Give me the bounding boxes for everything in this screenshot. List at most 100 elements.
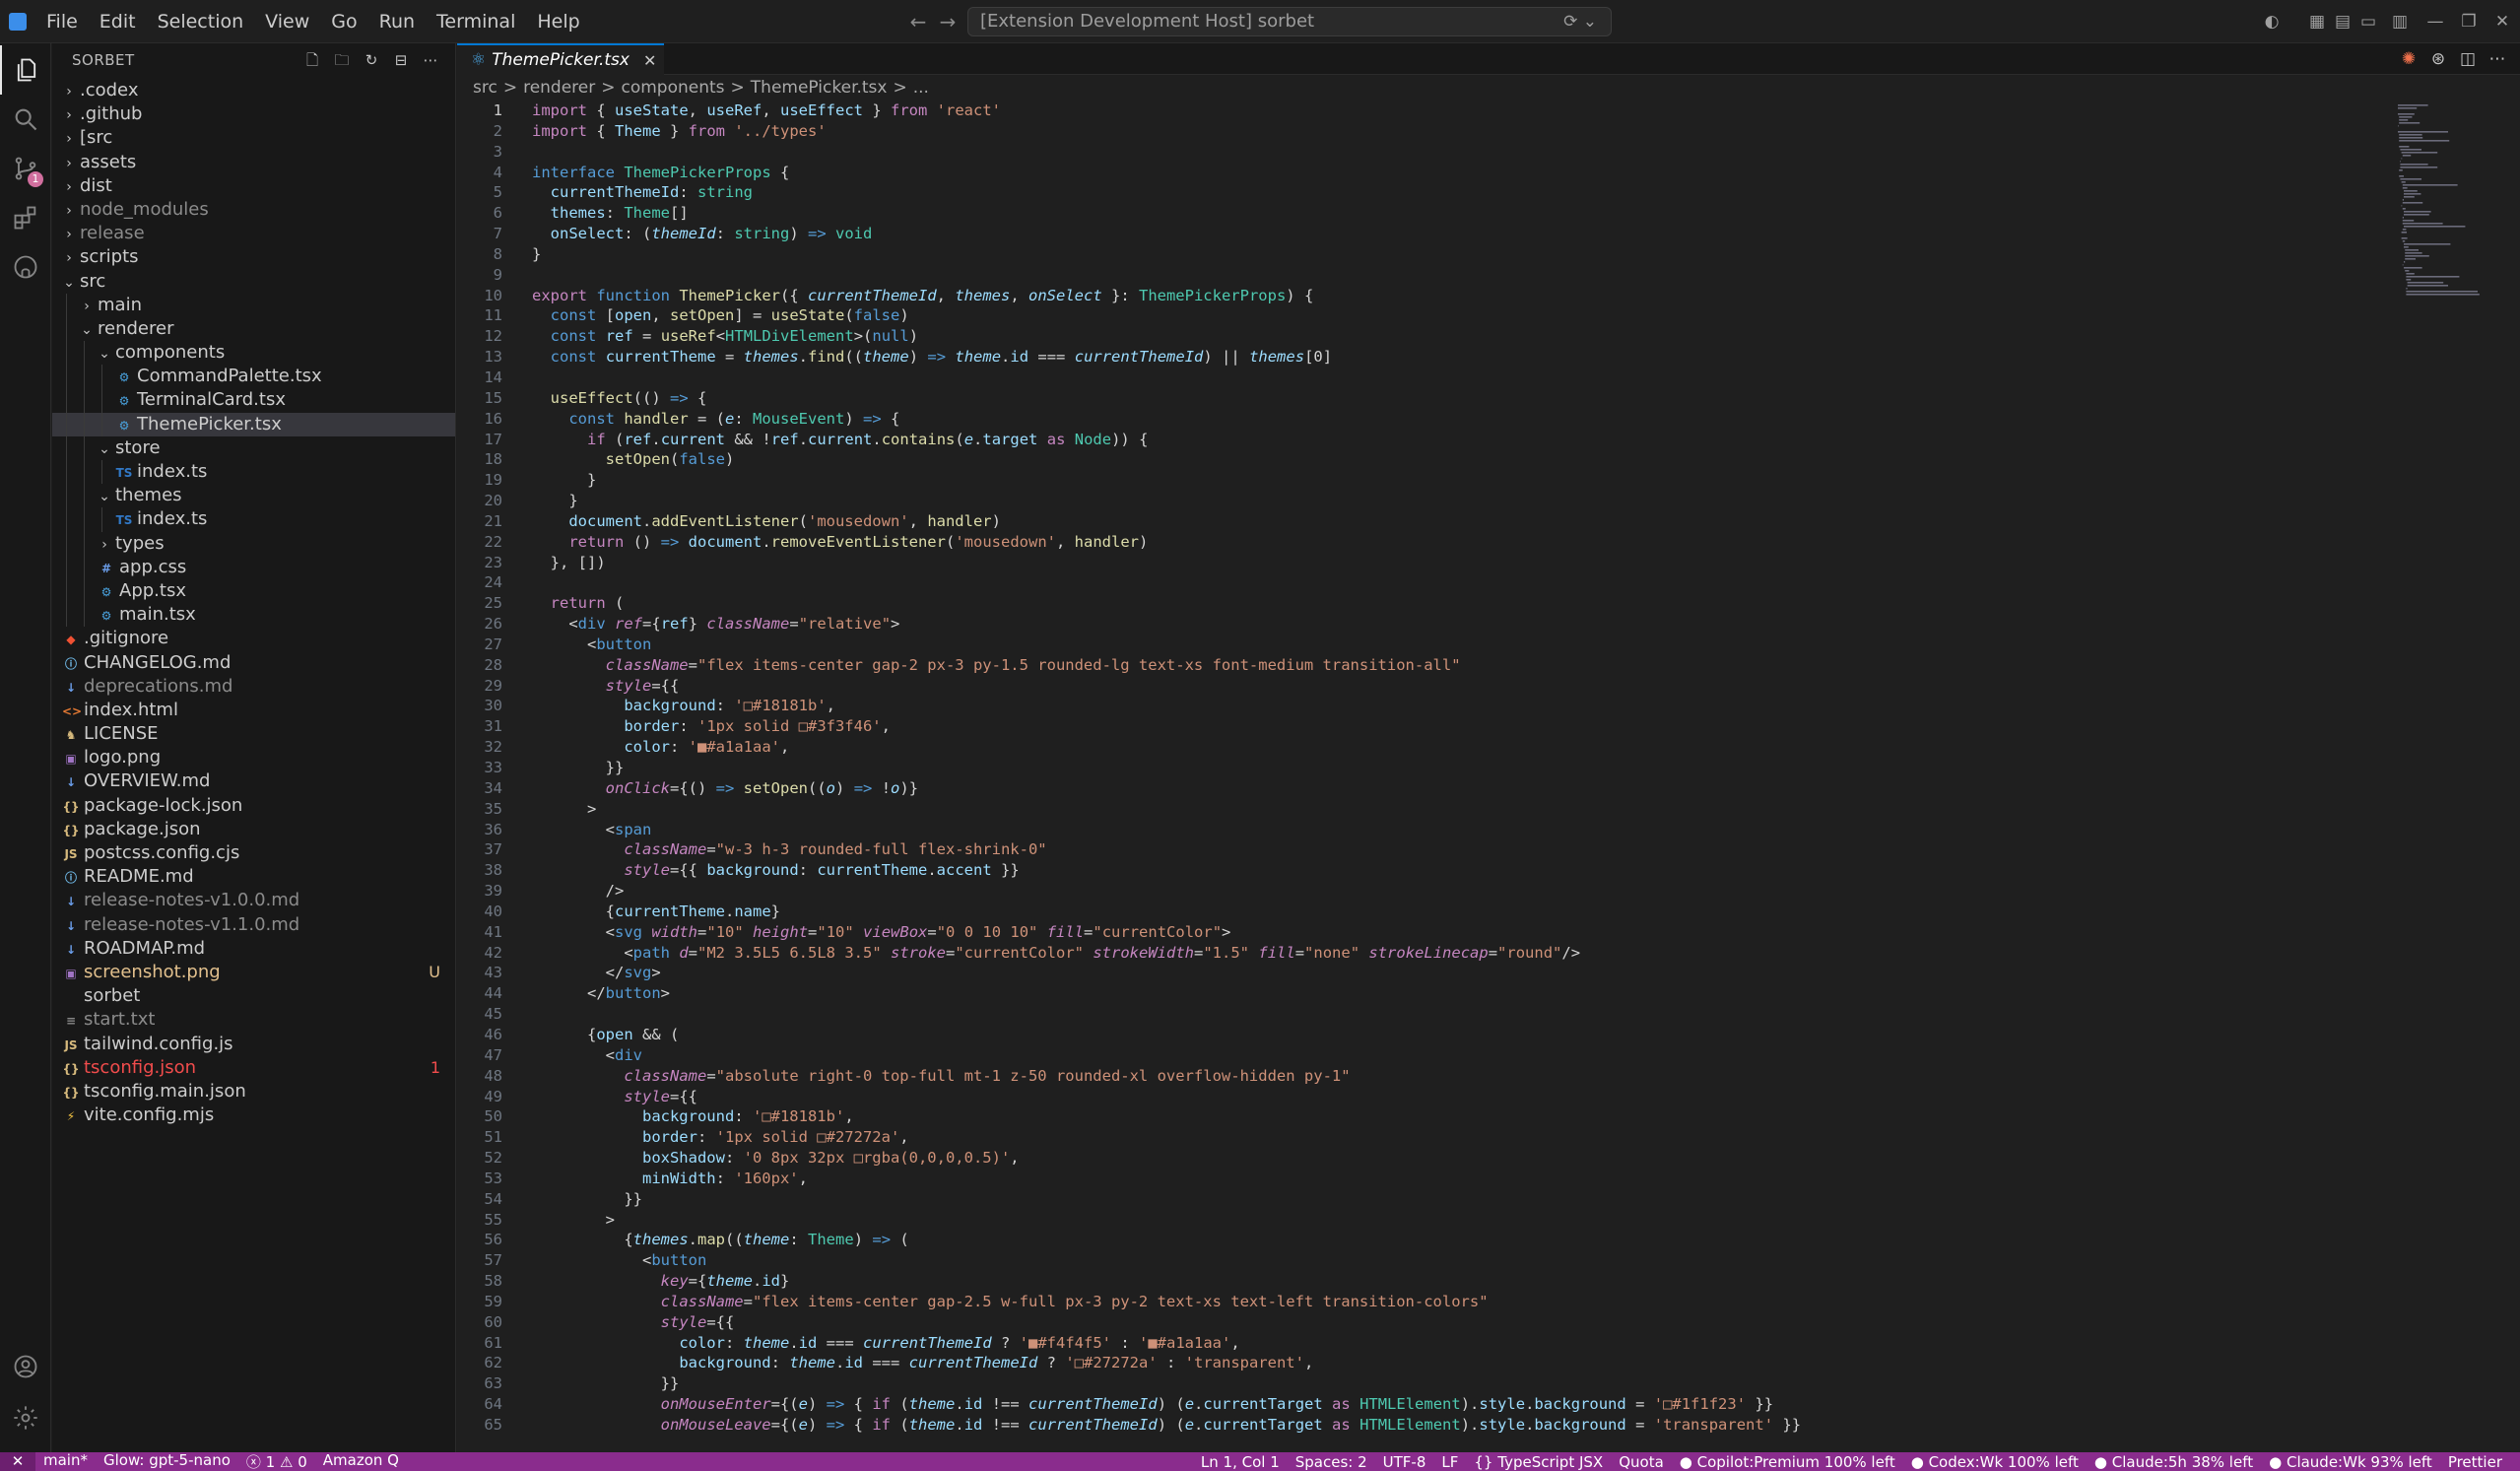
status-right-item[interactable]: ● Claude:5h 38% left [2087, 1453, 2261, 1471]
status-left-item[interactable]: ⓧ 1 ⚠ 0 [238, 1451, 315, 1471]
code-line[interactable]: 44 </button> [457, 983, 2378, 1004]
file-deprecations-md[interactable]: ↓ deprecations.md [52, 675, 455, 699]
status-right-item[interactable]: ● Codex:Wk 100% left [1903, 1453, 2087, 1471]
code-line[interactable]: 33 }} [457, 758, 2378, 778]
folder-dist[interactable]: › dist [52, 174, 455, 198]
code-line[interactable]: 62 background: theme.id === currentTheme… [457, 1353, 2378, 1373]
file-vite-config-mjs[interactable]: ⚡ vite.config.mjs [52, 1103, 455, 1127]
file-package-json[interactable]: {} package.json [52, 818, 455, 841]
folder-node-modules[interactable]: › node_modules [52, 198, 455, 222]
folder-release[interactable]: › release [52, 222, 455, 245]
status-right-item[interactable]: ● Copilot:Premium 100% left [1672, 1453, 1903, 1471]
code-line[interactable]: 4 interface ThemePickerProps { [457, 163, 2378, 183]
account-circle-icon[interactable]: ◐ [2260, 10, 2284, 33]
code-line[interactable]: 26 <div ref={ref} className="relative"> [457, 614, 2378, 635]
new-file-icon[interactable]: 🗋 [301, 49, 323, 71]
toggle-primary-sidebar-icon[interactable]: ▤ [2331, 10, 2354, 33]
code-line[interactable]: 46 {open && ( [457, 1025, 2378, 1045]
code-line[interactable]: 65 onMouseLeave={(e) => { if (theme.id !… [457, 1415, 2378, 1436]
code-line[interactable]: 8} [457, 244, 2378, 265]
code-line[interactable]: 49 style={{ [457, 1087, 2378, 1107]
copilot-chat-icon[interactable]: ⟳ ⌄ [1563, 8, 1597, 35]
code-line[interactable]: 63 }} [457, 1373, 2378, 1394]
status-right-item[interactable]: UTF-8 [1375, 1453, 1434, 1471]
search-icon[interactable] [0, 95, 51, 144]
file-start-txt[interactable]: ≡ start.txt [52, 1008, 455, 1032]
status-right-item[interactable]: Quota [1611, 1453, 1672, 1471]
menu-file[interactable]: File [35, 0, 89, 43]
file-postcss-config-cjs[interactable]: JS postcss.config.cjs [52, 841, 455, 865]
file-package-lock-json[interactable]: {} package-lock.json [52, 794, 455, 818]
file-roadmap-md[interactable]: ↓ ROADMAP.md [52, 937, 455, 961]
accounts-icon[interactable] [0, 1342, 51, 1391]
file-index-html[interactable]: <> index.html [52, 699, 455, 722]
code-line[interactable]: 25 return ( [457, 593, 2378, 614]
file-app-tsx[interactable]: ⚙ App.tsx [52, 578, 455, 604]
code-line[interactable]: 37 className="w-3 h-3 rounded-full flex-… [457, 839, 2378, 860]
code-line[interactable]: 18 setOpen(false) [457, 449, 2378, 470]
explorer-icon[interactable] [0, 45, 51, 95]
code-line[interactable]: 58 key={theme.id} [457, 1271, 2378, 1292]
code-line[interactable]: 12 const ref = useRef<HTMLDivElement>(nu… [457, 326, 2378, 347]
code-line[interactable]: 54 }} [457, 1189, 2378, 1210]
code-line[interactable]: 20 } [457, 491, 2378, 511]
menu-run[interactable]: Run [368, 0, 426, 43]
code-line[interactable]: 31 border: '1px solid □#3f3f46', [457, 716, 2378, 737]
code-line[interactable]: 15 useEffect(() => { [457, 388, 2378, 409]
source-control-icon[interactable]: 1 [0, 144, 51, 193]
breadcrumb-item[interactable]: ThemePicker.tsx [751, 78, 888, 98]
file-logo-png[interactable]: ▣ logo.png [52, 746, 455, 769]
toggle-secondary-sidebar-icon[interactable]: ▥ [2388, 10, 2412, 33]
folder-components[interactable]: ⌄ components [52, 341, 455, 366]
github-icon[interactable] [0, 242, 51, 292]
code-line[interactable]: 30 background: '□#18181b', [457, 696, 2378, 716]
extensions-icon[interactable] [0, 193, 51, 242]
code-line[interactable]: 60 style={{ [457, 1312, 2378, 1333]
claude-icon[interactable]: ✺ [2398, 49, 2420, 69]
file-themepicker-tsx[interactable]: ⚙ ThemePicker.tsx [52, 412, 455, 436]
code-line[interactable]: 29 style={{ [457, 676, 2378, 697]
code-line[interactable]: 45 [457, 1004, 2378, 1025]
editor-more-icon[interactable]: ⋯ [2487, 49, 2508, 69]
code-line[interactable]: 9 [457, 265, 2378, 286]
tab-themepicker[interactable]: ⚛ ThemePicker.tsx ✕ [457, 43, 664, 75]
file-sorbet[interactable]: sorbet [52, 984, 455, 1008]
settings-gear-icon[interactable] [0, 1393, 51, 1442]
folder-main[interactable]: › main [52, 293, 455, 317]
code-line[interactable]: 22 return () => document.removeEventList… [457, 532, 2378, 553]
status-left-item[interactable]: Amazon Q [315, 1451, 407, 1471]
code-line[interactable]: 11 const [open, setOpen] = useState(fals… [457, 305, 2378, 326]
minimap[interactable] [2388, 100, 2506, 317]
folder--github[interactable]: › .github [52, 102, 455, 126]
status-right-item[interactable]: {} TypeScript JSX [1466, 1453, 1611, 1471]
back-arrow-icon[interactable]: ← [904, 8, 932, 35]
menu-edit[interactable]: Edit [89, 0, 147, 43]
status-left-item[interactable]: Glow: gpt-5-nano [96, 1451, 238, 1471]
menu-go[interactable]: Go [320, 0, 367, 43]
code-line[interactable]: 5 currentThemeId: string [457, 182, 2378, 203]
code-line[interactable]: 59 className="flex items-center gap-2.5 … [457, 1292, 2378, 1312]
menu-help[interactable]: Help [526, 0, 590, 43]
code-line[interactable]: 23 }, []) [457, 553, 2378, 573]
code-line[interactable]: 42 <path d="M2 3.5L5 6.5L8 3.5" stroke="… [457, 943, 2378, 964]
code-line[interactable]: 17 if (ref.current && !ref.current.conta… [457, 430, 2378, 450]
restore-icon[interactable]: ❐ [2457, 10, 2481, 33]
code-line[interactable]: 34 onClick={() => setOpen((o) => !o)} [457, 778, 2378, 799]
menu-view[interactable]: View [254, 0, 320, 43]
code-line[interactable]: 19 } [457, 470, 2378, 491]
remote-indicator-icon[interactable]: ✕ [0, 1452, 35, 1471]
code-line[interactable]: 64 onMouseEnter={(e) => { if (theme.id !… [457, 1394, 2378, 1415]
file-commandpalette-tsx[interactable]: ⚙ CommandPalette.tsx [52, 365, 455, 389]
breadcrumb-item[interactable]: ... [913, 78, 929, 98]
file-changelog-md[interactable]: ⓘ CHANGELOG.md [52, 651, 455, 675]
collapse-all-icon[interactable]: ⊟ [390, 49, 412, 71]
menu-selection[interactable]: Selection [147, 0, 255, 43]
code-line[interactable]: 32 color: '■#a1a1aa', [457, 737, 2378, 758]
code-line[interactable]: 14 [457, 368, 2378, 388]
file-tsconfig-main-json[interactable]: {} tsconfig.main.json [52, 1080, 455, 1103]
file-index-ts[interactable]: TS index.ts [52, 507, 455, 532]
split-editor-icon[interactable]: ◫ [2457, 49, 2479, 69]
file-tailwind-config-js[interactable]: JS tailwind.config.js [52, 1033, 455, 1056]
openai-icon[interactable]: ⊛ [2427, 49, 2449, 69]
code-line[interactable]: 39 /> [457, 881, 2378, 902]
